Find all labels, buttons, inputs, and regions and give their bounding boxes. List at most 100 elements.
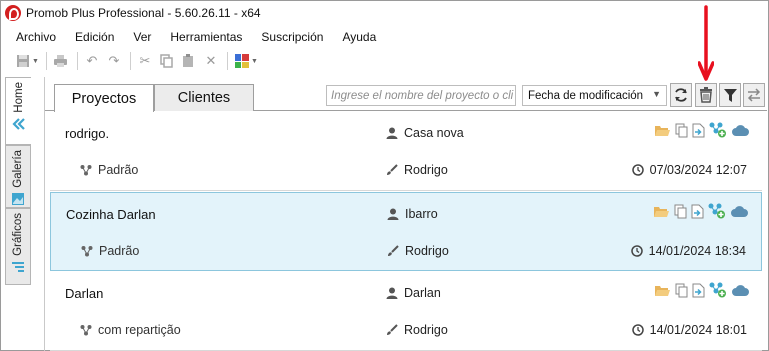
project-date-value: 14/01/2024 18:01 (649, 323, 747, 337)
copy-icon[interactable] (674, 204, 687, 219)
cloud-icon[interactable] (731, 124, 750, 137)
project-author-name: Rodrigo (405, 244, 449, 258)
promob-logo-icon (5, 5, 21, 21)
cloud-icon[interactable] (730, 205, 749, 218)
palette-dropdown-icon[interactable]: ▼ (251, 58, 258, 65)
version-branch-icon (81, 246, 93, 257)
cut-icon[interactable]: ✂ (135, 51, 155, 71)
export-icon[interactable] (692, 123, 705, 138)
save-icon[interactable] (13, 51, 33, 71)
side-tab-home[interactable]: Home (5, 77, 31, 145)
side-tab-graficos[interactable]: Gráficos (5, 208, 31, 285)
refresh-button[interactable] (670, 83, 692, 107)
window-title: Promob Plus Professional - 5.60.26.11 - … (26, 6, 261, 20)
project-date-value: 07/03/2024 12:07 (649, 163, 747, 177)
share-network-icon[interactable] (709, 122, 727, 138)
user-icon (386, 287, 398, 299)
tabs-row: Proyectos Clientes Fecha de modificación… (45, 77, 767, 112)
home-chevrons-icon (11, 117, 25, 130)
menu-edicion[interactable]: Edición (75, 30, 114, 44)
project-client: Darlan (386, 286, 441, 300)
chevron-down-icon: ▼ (652, 89, 661, 99)
side-tab-home-label: Home (12, 82, 25, 113)
share-network-icon[interactable] (708, 203, 726, 219)
project-client-name: Darlan (404, 286, 441, 300)
save-dropdown-icon[interactable]: ▼ (32, 58, 39, 65)
project-name: Cozinha Darlan (66, 207, 156, 222)
export-icon[interactable] (691, 204, 704, 219)
export-icon[interactable] (692, 283, 705, 298)
menu-archivo[interactable]: Archivo (16, 30, 56, 44)
project-name: rodrigo. (65, 126, 110, 141)
trash-icon (700, 87, 712, 103)
tab-clientes-label: Clientes (177, 90, 231, 106)
project-version-name: Padrão (99, 244, 140, 258)
project-version-name: com repartição (98, 323, 181, 337)
toolbar-separator (76, 52, 78, 70)
charts-icon (12, 261, 24, 272)
tab-proyectos-label: Proyectos (71, 90, 137, 107)
project-date: 14/01/2024 18:34 (630, 244, 746, 258)
toolbar-separator (226, 52, 228, 70)
cloud-icon[interactable] (731, 284, 750, 297)
delete-x-icon[interactable]: ✕ (201, 51, 221, 71)
project-row[interactable]: Darlan Darlan com repartição Rodrigo 14/… (50, 272, 762, 351)
annotation-arrow-icon (698, 5, 714, 81)
copy-icon[interactable] (675, 283, 688, 298)
project-name: Darlan (65, 286, 104, 301)
project-version-name: Padrão (98, 163, 139, 177)
copy-icon[interactable] (675, 123, 688, 138)
app-window: Promob Plus Professional - 5.60.26.11 - … (0, 0, 769, 351)
tab-clientes[interactable]: Clientes (154, 84, 254, 111)
project-author-name: Rodrigo (404, 163, 448, 177)
project-author: Rodrigo (386, 163, 448, 177)
project-search-input[interactable] (326, 85, 516, 106)
side-tab-galeria-label: Galería (12, 150, 24, 188)
project-author-name: Rodrigo (404, 323, 448, 337)
sort-select-value: Fecha de modificación (528, 89, 644, 102)
toolbar-separator (45, 52, 47, 70)
projects-panel: Proyectos Clientes Fecha de modificación… (44, 77, 767, 351)
project-client-name: Ibarro (405, 207, 438, 221)
redo-icon[interactable]: ↷ (104, 51, 124, 71)
sort-select[interactable]: Fecha de modificación ▼ (522, 85, 667, 106)
toolbar: ▼ ↶ ↷ ✂ ✕ ▼ (1, 49, 768, 73)
user-icon (387, 208, 399, 220)
side-tabs: Home Galería Gráficos (5, 77, 31, 287)
menu-bar: Archivo Edición Ver Herramientas Suscrip… (1, 27, 768, 47)
folder-open-icon[interactable] (653, 205, 670, 218)
swap-button[interactable] (743, 83, 765, 107)
menu-ayuda[interactable]: Ayuda (342, 30, 376, 44)
print-icon[interactable] (51, 51, 71, 71)
project-author: Rodrigo (386, 323, 448, 337)
clock-icon (630, 245, 643, 257)
share-network-icon[interactable] (709, 282, 727, 298)
folder-open-icon[interactable] (654, 284, 671, 297)
user-icon (386, 127, 398, 139)
side-tab-galeria[interactable]: Galería (5, 145, 31, 208)
menu-suscripcion[interactable]: Suscripción (261, 30, 323, 44)
filter-button[interactable] (719, 83, 741, 107)
toolbar-separator (129, 52, 131, 70)
refresh-icon (675, 88, 687, 102)
project-version: Padrão (81, 244, 139, 258)
color-palette-icon[interactable] (232, 51, 252, 71)
undo-icon[interactable]: ↶ (82, 51, 102, 71)
side-tab-graficos-label: Gráficos (12, 213, 24, 256)
tab-proyectos[interactable]: Proyectos (54, 84, 154, 112)
menu-herramientas[interactable]: Herramientas (170, 30, 242, 44)
row-actions (650, 282, 750, 298)
paste-icon[interactable] (179, 51, 199, 71)
project-date-value: 14/01/2024 18:34 (648, 244, 746, 258)
menu-ver[interactable]: Ver (133, 30, 151, 44)
project-row-selected[interactable]: Cozinha Darlan Ibarro Padrão Rodrigo 14/… (50, 192, 762, 271)
brush-icon (387, 324, 398, 335)
filter-icon (723, 88, 737, 102)
version-branch-icon (80, 325, 92, 336)
project-client: Ibarro (387, 207, 438, 221)
folder-open-icon[interactable] (654, 124, 671, 137)
copy-icon[interactable] (157, 51, 177, 71)
project-row[interactable]: rodrigo. Casa nova Padrão Rodrigo 07/03/… (50, 112, 762, 191)
delete-button[interactable] (695, 83, 717, 107)
project-list: rodrigo. Casa nova Padrão Rodrigo 07/03/… (50, 112, 762, 351)
